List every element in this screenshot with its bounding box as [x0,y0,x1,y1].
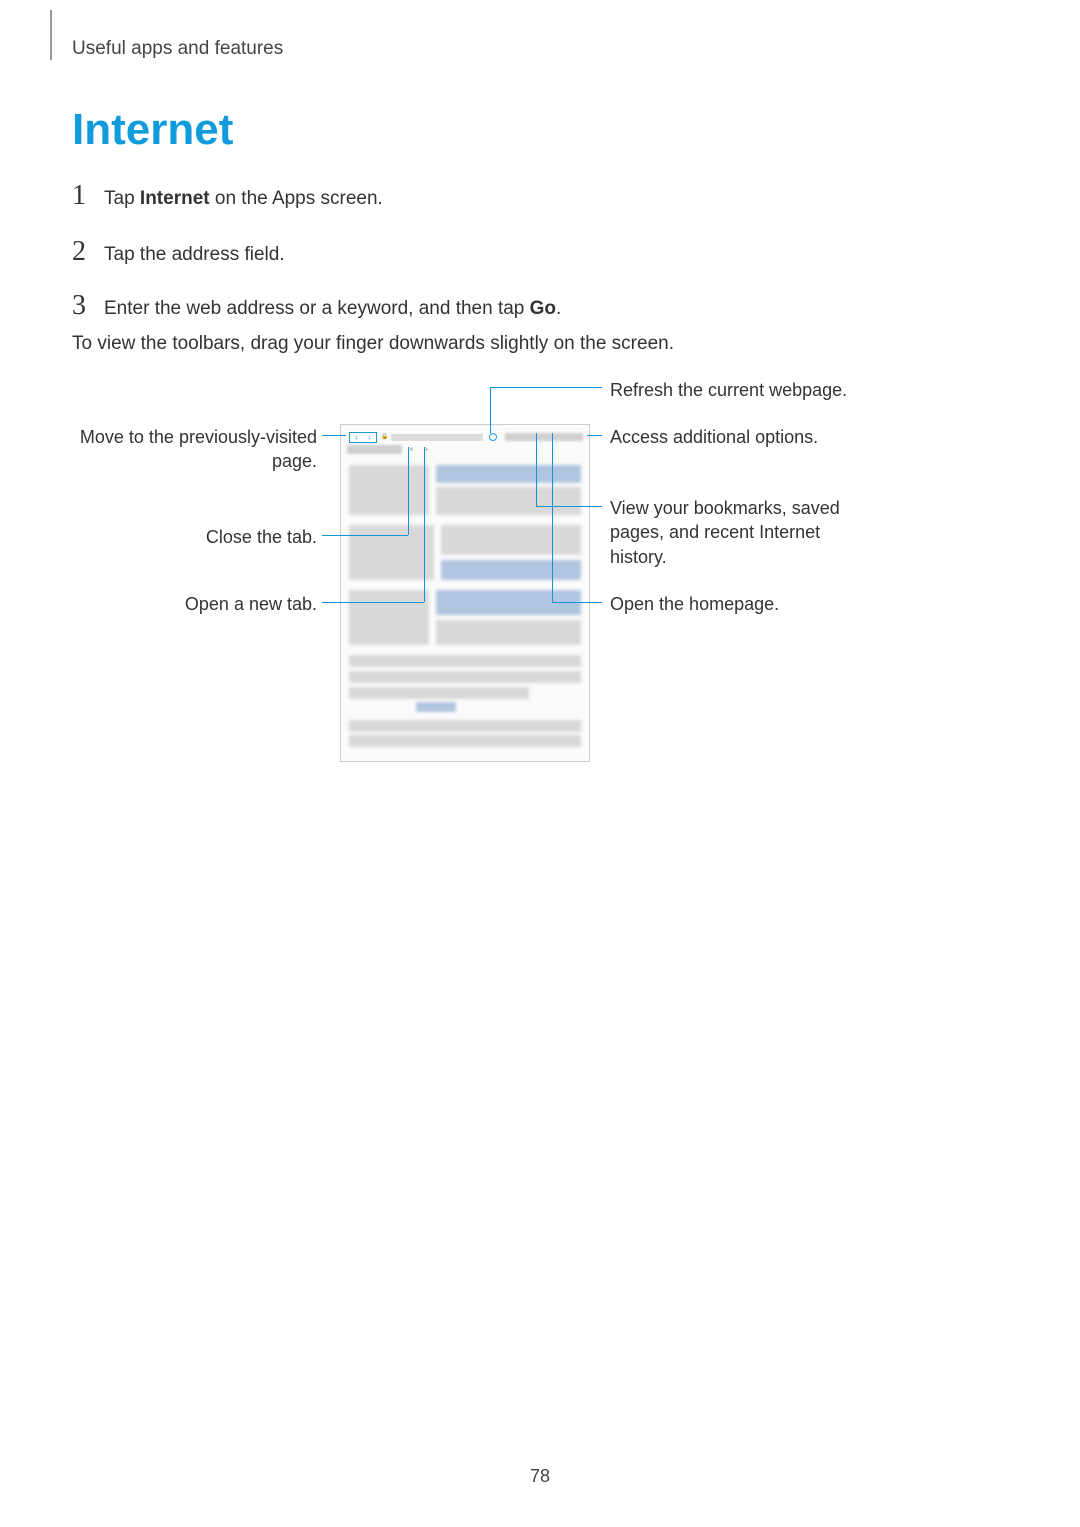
step-text: Tap Internet on the Apps screen. [104,188,383,210]
url-field [391,434,483,441]
bold-text: Go [530,298,556,319]
callout-line [424,447,425,602]
callout-newtab: Open a new tab. [72,592,317,616]
callout-line [322,602,424,603]
text: Enter the web address or a keyword, and … [104,298,530,319]
caption: To view the toolbars, drag your finger d… [72,333,674,355]
content-blur [349,525,434,580]
callout-options: Access additional options. [610,425,910,449]
browser-diagram: ‹ › 🔒 × + [72,378,922,778]
toolbar-right [505,433,583,441]
content-blur [416,702,456,712]
callout-line [587,435,602,436]
callout-line [322,435,346,436]
content-blur [436,620,581,645]
step-number: 3 [72,290,86,322]
content-blur [349,590,429,645]
callout-line [490,387,602,388]
callout-line [408,447,409,535]
lock-icon: 🔒 [381,433,389,442]
callout-refresh: Refresh the current webpage. [610,378,910,402]
content-blur [349,655,581,667]
callout-line [552,602,602,603]
callout-line [552,433,553,602]
content-blur [441,525,581,555]
back-arrow-icon: ‹ [355,433,358,442]
content-blur [349,687,529,699]
step-1: 1 Tap Internet on the Apps screen. [72,180,383,212]
content-blur [349,465,429,515]
text: Tap [104,188,140,209]
text: on the Apps screen. [210,188,383,209]
step-number: 1 [72,180,86,212]
step-text: Enter the web address or a keyword, and … [104,298,561,320]
content-blur [436,487,581,515]
callout-back: Move to the previously-visited page. [72,425,317,474]
text: Tap the address field. [104,244,285,265]
callout-close: Close the tab. [72,525,317,549]
callout-line [536,433,537,506]
tab-blur [347,445,402,454]
section-header: Useful apps and features [72,38,283,60]
content-blur [436,465,581,483]
refresh-icon [489,433,497,441]
text: . [556,298,561,319]
close-tab-icon: × [409,445,414,454]
step-2: 2 Tap the address field. [72,236,285,268]
page-title: Internet [72,105,233,155]
header-divider [50,10,52,60]
callout-line [490,387,491,433]
callout-line [536,506,602,507]
content-blur [441,560,581,580]
bold-text: Internet [140,188,210,209]
content-blur [349,720,581,732]
forward-arrow-icon: › [368,433,371,442]
callout-homepage: Open the homepage. [610,592,910,616]
nav-buttons: ‹ › [349,432,377,443]
callout-bookmarks: View your bookmarks, saved pages, and re… [610,496,870,569]
page-number: 78 [530,1466,550,1487]
step-3: 3 Enter the web address or a keyword, an… [72,290,561,322]
content-blur [349,735,581,747]
step-number: 2 [72,236,86,268]
step-text: Tap the address field. [104,244,285,266]
callout-line [322,535,408,536]
content-blur [349,671,581,683]
